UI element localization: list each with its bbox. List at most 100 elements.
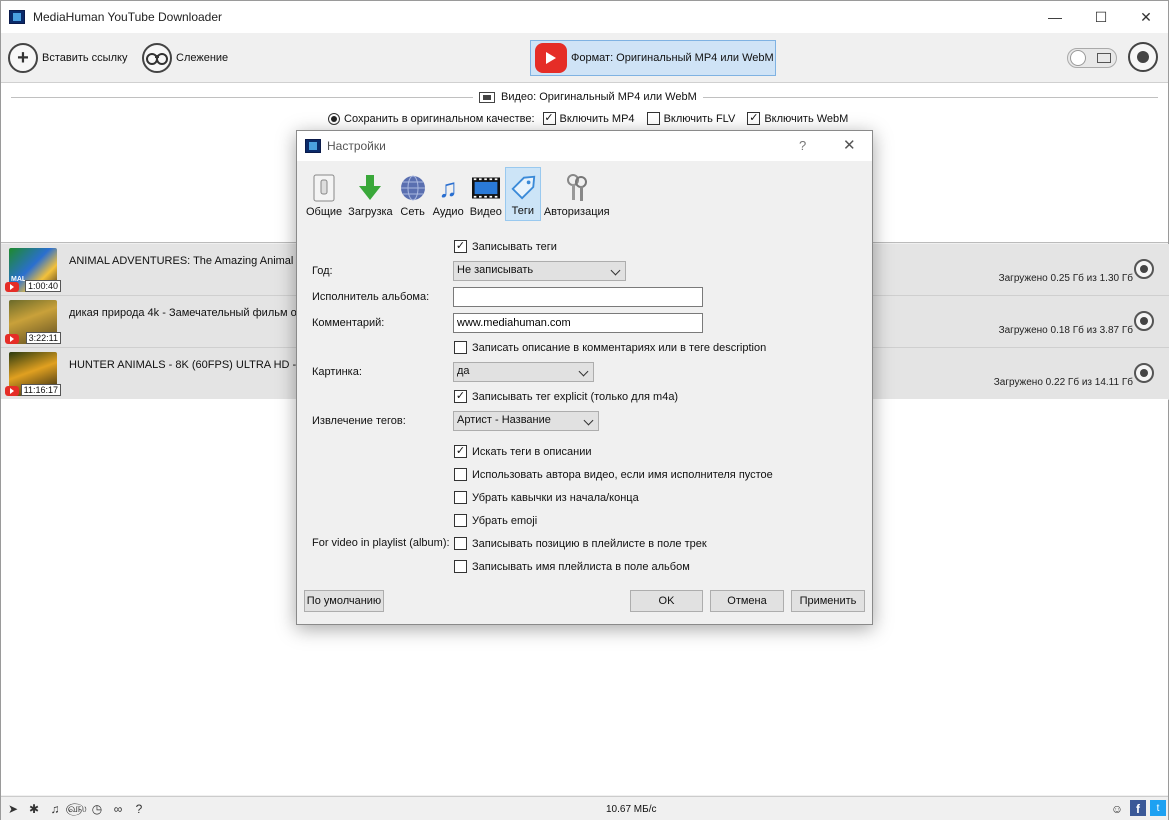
tracking-label: Слежение	[176, 52, 229, 64]
use-author-option[interactable]: Использовать автора видео, если имя испо…	[454, 468, 773, 481]
binoculars-icon[interactable]: ∞	[111, 802, 125, 816]
playlist-label: For video in playlist (album):	[312, 537, 450, 549]
stop-download-button[interactable]	[1134, 363, 1154, 383]
facebook-icon[interactable]: f	[1130, 800, 1146, 816]
ok-button[interactable]: OK	[630, 590, 703, 612]
write-explicit-option[interactable]: ✓ Записывать тег explicit (только для m4…	[454, 390, 678, 403]
tab-authorization[interactable]: Авторизация	[541, 167, 613, 221]
twitter-icon[interactable]: t	[1150, 800, 1166, 816]
film-icon	[1097, 53, 1111, 63]
stop-download-button[interactable]	[1134, 259, 1154, 279]
write-explicit-label: Записывать тег explicit (только для m4a)	[472, 390, 679, 403]
youtube-icon	[535, 43, 567, 73]
apply-button[interactable]: Применить	[791, 590, 865, 612]
include-webm-checkbox[interactable]: ✓	[747, 112, 761, 125]
title-bar: MediaHuman YouTube Downloader — ☐ ✕	[1, 1, 1168, 33]
strip-quotes-option[interactable]: Убрать кавычки из начала/конца	[454, 491, 639, 504]
dialog-close-button[interactable]: ✕	[843, 136, 856, 154]
dialog-help-button[interactable]: ?	[799, 138, 806, 153]
tag-extraction-select[interactable]: Артист - Название	[453, 411, 599, 431]
defaults-button[interactable]: По умолчанию	[304, 590, 384, 612]
include-flv-checkbox[interactable]	[646, 112, 660, 125]
strip-emoji-option[interactable]: Убрать emoji	[454, 514, 537, 527]
window-title: MediaHuman YouTube Downloader	[33, 10, 223, 24]
tab-label: Общие	[306, 206, 343, 218]
include-webm-label: Включить WebM	[764, 112, 849, 125]
search-description-label: Искать теги в описании	[472, 445, 592, 458]
video-mode-toggle[interactable]	[1067, 48, 1117, 68]
binoculars-icon	[142, 43, 172, 73]
include-flv-label: Включить FLV	[663, 112, 736, 125]
youtube-icon	[5, 386, 19, 396]
app-logo-icon	[9, 10, 25, 24]
save-original-radio[interactable]	[328, 112, 340, 125]
write-description-option[interactable]: Записать описание в комментариях или в т…	[454, 341, 766, 354]
write-explicit-checkbox[interactable]: ✓	[454, 390, 467, 403]
stop-all-button[interactable]	[1128, 42, 1158, 72]
album-artist-label: Исполнитель альбома:	[312, 291, 430, 303]
download-status: Загружено 0.22 Гб из 14.11 Гб	[993, 377, 1133, 388]
paste-link-button[interactable]: + Вставить ссылку	[8, 41, 127, 75]
write-tags-checkbox[interactable]: ✓	[454, 240, 467, 253]
picture-select[interactable]: да	[453, 362, 594, 382]
video-duration: 11:16:17	[20, 384, 61, 396]
write-playlist-name-option[interactable]: Записывать имя плейлиста в поле альбом	[454, 560, 690, 573]
search-description-option[interactable]: ✓ Искать теги в описании	[454, 445, 592, 458]
album-artist-input[interactable]	[453, 287, 703, 307]
save-original-label: Сохранить в оригинальном качестве:	[344, 112, 535, 125]
tab-download[interactable]: Загрузка	[345, 167, 395, 221]
help-icon[interactable]: ?	[132, 802, 146, 816]
music-icon[interactable]: ♫	[48, 802, 62, 816]
include-mp4-checkbox[interactable]: ✓	[542, 112, 556, 125]
tab-label: Аудио	[432, 206, 464, 218]
status-bar: ➤ ✱ ♫ ௵ ◷ ∞ ? 10.67 МБ/с ☺ f t	[1, 796, 1168, 820]
toggle-knob	[1070, 50, 1086, 66]
close-button[interactable]: ✕	[1123, 1, 1169, 33]
search-description-checkbox[interactable]: ✓	[454, 445, 467, 458]
tracking-button[interactable]: Слежение	[142, 41, 228, 75]
picture-label: Картинка:	[312, 366, 362, 378]
comment-input[interactable]	[453, 313, 703, 333]
year-select-value: Не записывать	[457, 264, 534, 276]
format-info-title: Видео: Оригинальный MP4 или WebM	[473, 91, 703, 103]
tab-label: Загрузка	[348, 206, 393, 218]
stop-download-button[interactable]	[1134, 311, 1154, 331]
strip-emoji-label: Убрать emoji	[472, 514, 538, 527]
settings-gear-icon[interactable]: ✱	[27, 802, 41, 816]
video-title: HUNTER ANIMALS - 8K (60FPS) ULTRA HD - W…	[69, 359, 299, 371]
maximize-button[interactable]: ☐	[1078, 1, 1124, 33]
tab-label: Сеть	[400, 206, 425, 218]
send-icon[interactable]: ➤	[6, 802, 20, 816]
tab-label: Видео	[469, 206, 502, 218]
film-strip-icon	[471, 174, 500, 202]
clock-icon[interactable]: ◷	[90, 802, 104, 816]
feedback-icon[interactable]: ☺	[1110, 802, 1124, 816]
write-tags-option[interactable]: ✓ Записывать теги	[454, 240, 557, 253]
tab-video[interactable]: Видео	[467, 167, 505, 221]
format-label: Формат: Оригинальный MP4 или WebM	[571, 52, 774, 64]
tab-tags[interactable]: Теги	[504, 167, 541, 221]
format-info-title-text: Видео: Оригинальный MP4 или WebM	[501, 91, 697, 103]
tab-network[interactable]: Сеть	[396, 167, 430, 221]
strip-emoji-checkbox[interactable]	[454, 514, 467, 527]
dialog-title-bar: Настройки ? ✕	[297, 131, 872, 161]
video-icon	[479, 91, 495, 103]
tab-general[interactable]: Общие	[303, 167, 345, 221]
write-position-checkbox[interactable]	[454, 537, 467, 550]
write-position-option[interactable]: Записывать позицию в плейлисте в поле тр…	[454, 537, 707, 550]
settings-dialog: Настройки ? ✕ Общие Загрузка Сеть ♫ Ауди…	[296, 130, 873, 625]
cancel-button[interactable]: Отмена	[710, 590, 784, 612]
keys-icon	[563, 174, 591, 202]
year-select[interactable]: Не записывать	[453, 261, 626, 281]
write-playlist-name-checkbox[interactable]	[454, 560, 467, 573]
comment-label: Комментарий:	[312, 317, 385, 329]
format-button[interactable]: Формат: Оригинальный MP4 или WebM	[530, 40, 776, 76]
write-playlist-name-label: Записывать имя плейлиста в поле альбом	[472, 560, 690, 573]
minimize-button[interactable]: —	[1032, 1, 1078, 33]
use-author-checkbox[interactable]	[454, 468, 467, 481]
tab-audio[interactable]: ♫ Аудио	[430, 167, 467, 221]
write-description-checkbox[interactable]	[454, 341, 467, 354]
strip-quotes-label: Убрать кавычки из начала/конца	[472, 491, 639, 504]
snail-icon[interactable]: ௵	[65, 801, 86, 816]
strip-quotes-checkbox[interactable]	[454, 491, 467, 504]
